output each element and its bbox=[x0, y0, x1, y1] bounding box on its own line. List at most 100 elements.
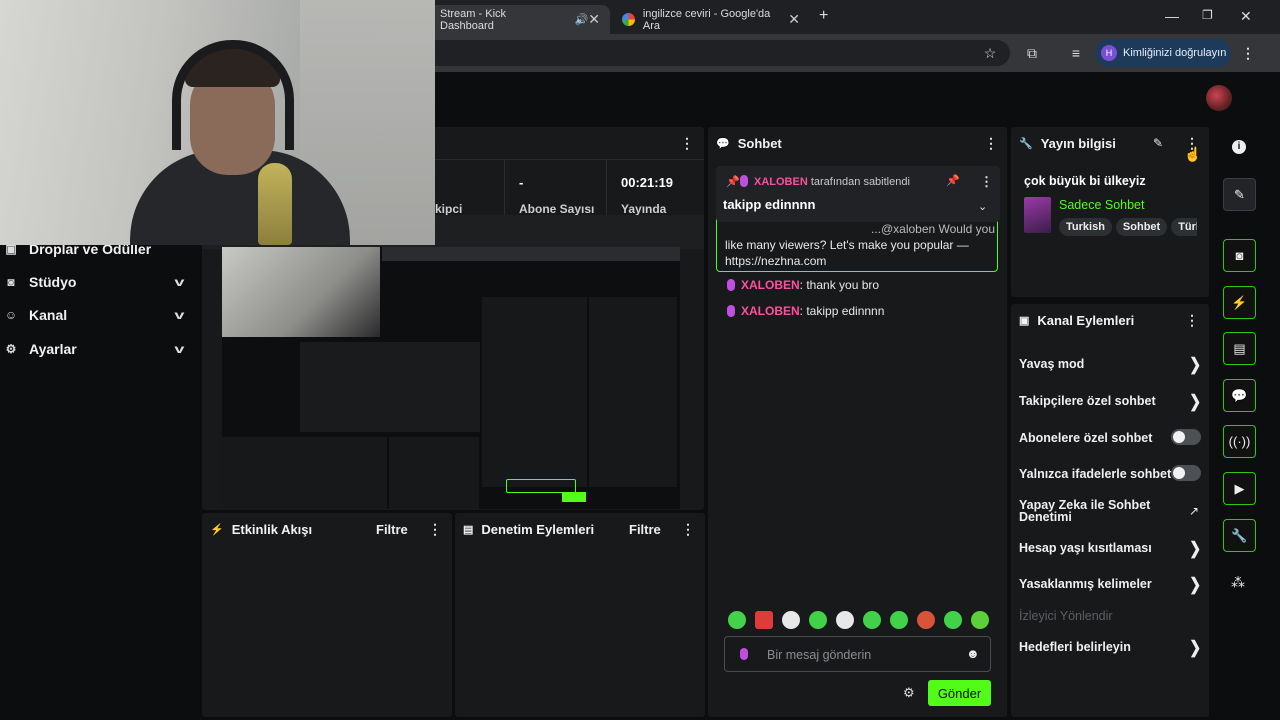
category-link[interactable]: Sadece Sohbet bbox=[1059, 198, 1145, 212]
emote-icon[interactable] bbox=[863, 611, 881, 629]
emote-icon[interactable] bbox=[782, 611, 800, 629]
chat-input[interactable]: Bir mesaj gönderin ☻ bbox=[724, 636, 991, 672]
subscriber-label: Abone Sayısı bbox=[519, 202, 595, 216]
emote-icon[interactable] bbox=[755, 611, 773, 629]
chat-settings-gear-icon[interactable]: ⚙ bbox=[903, 685, 915, 701]
wrench-icon: 🔧 bbox=[1231, 528, 1248, 543]
tab-kick-dashboard[interactable]: Stream - Kick Dashboard 🔊 ✕ bbox=[430, 5, 610, 34]
highlighted-message[interactable]: ...@xaloben Would you like many viewers?… bbox=[716, 214, 998, 272]
subscribers-only-toggle[interactable] bbox=[1171, 429, 1201, 445]
slow-mode-item[interactable]: Yavaş mod ❯ bbox=[1019, 354, 1201, 374]
emote-icon[interactable] bbox=[971, 611, 989, 629]
emote-icon[interactable] bbox=[728, 611, 746, 629]
restore-icon[interactable]: ❐ bbox=[1202, 8, 1213, 22]
more-options-icon[interactable]: ⋮ bbox=[1185, 312, 1199, 329]
chat-username[interactable]: XALOBEN bbox=[741, 278, 800, 292]
rail-chat-button[interactable]: 💬 bbox=[1223, 379, 1256, 412]
bookmark-star-icon[interactable]: ☆ bbox=[980, 43, 1000, 63]
tag: Türk bbox=[1171, 218, 1197, 236]
user-avatar[interactable] bbox=[1206, 85, 1232, 111]
nested-webcam bbox=[222, 247, 380, 337]
moderation-filter-button[interactable]: Filtre bbox=[629, 522, 661, 537]
rail-moderation-button[interactable]: ▤ bbox=[1223, 332, 1256, 365]
rail-activity-button[interactable]: ⚡ bbox=[1223, 286, 1256, 319]
close-window-icon[interactable]: ✕ bbox=[1240, 8, 1252, 25]
followers-only-item[interactable]: Takipçilere özel sohbet ❯ bbox=[1019, 391, 1201, 411]
emote-icon[interactable] bbox=[836, 611, 854, 629]
emote-icon[interactable] bbox=[917, 611, 935, 629]
apps-icon[interactable]: ⁂ bbox=[1231, 574, 1245, 591]
mic-badge-icon bbox=[740, 648, 748, 660]
sidebar-item-settings[interactable]: ⚙ Ayarlar v bbox=[0, 334, 195, 364]
activity-feed-title: ⚡ Etkinlik Akışı bbox=[210, 522, 313, 537]
ai-moderation-item[interactable]: Yapay Zeka ile Sohbet Denetimi bbox=[1019, 499, 1169, 524]
profile-button[interactable]: H Kimliğinizi doğrulayın bbox=[1095, 39, 1231, 67]
pinned-by-user[interactable]: XALOBEN bbox=[754, 176, 808, 188]
moderation-actions-title: ▤ Denetim Eylemleri bbox=[463, 522, 595, 537]
close-tab-icon[interactable]: ✕ bbox=[588, 11, 600, 28]
chat-message[interactable]: XALOBEN: thank you bro bbox=[727, 278, 879, 292]
pin-icon: 📌 bbox=[726, 176, 740, 188]
edit-pencil-icon[interactable]: ✎ bbox=[1153, 136, 1163, 150]
message-link[interactable]: https://nezhna.com bbox=[725, 253, 995, 269]
headphones bbox=[172, 40, 294, 150]
tag: Sohbet bbox=[1115, 218, 1168, 236]
sidebar-item-channel[interactable]: ☺ Kanal v bbox=[0, 300, 195, 330]
rail-tools-button[interactable]: 🔧 bbox=[1223, 519, 1256, 552]
chevron-down-icon: v bbox=[174, 275, 185, 289]
edit-layout-button[interactable]: ✎ bbox=[1223, 178, 1256, 211]
close-tab-icon[interactable]: ✕ bbox=[788, 11, 800, 28]
audio-icon[interactable]: 🔊 bbox=[575, 13, 589, 26]
chevron-right-icon: ❯ bbox=[1189, 637, 1201, 657]
webcam-overlay bbox=[0, 0, 435, 245]
media-control-icon[interactable]: ≡ bbox=[1066, 43, 1086, 63]
pinned-message[interactable]: 📌 XALOBEN tarafından sabitlendi 📌 ⋮ taki… bbox=[716, 166, 1000, 222]
more-options-icon[interactable]: ⋮ bbox=[681, 521, 695, 538]
set-goals-item[interactable]: Hedefleri belirleyin ❯ bbox=[1019, 637, 1201, 657]
more-options-icon[interactable]: ⋮ bbox=[428, 521, 442, 538]
extensions-icon[interactable]: ⧉ bbox=[1022, 43, 1042, 63]
activity-filter-button[interactable]: Filtre bbox=[376, 522, 408, 537]
tab-title: Stream - Kick Dashboard bbox=[440, 7, 507, 32]
mic-badge-icon bbox=[740, 175, 748, 187]
banned-words-item[interactable]: Yasaklanmış kelimeler ❯ bbox=[1019, 574, 1201, 593]
video-icon: ▶ bbox=[1234, 481, 1245, 496]
more-options-icon[interactable]: ⋮ bbox=[680, 135, 694, 152]
unpin-icon[interactable]: 📌 bbox=[946, 174, 960, 187]
emotes-only-toggle[interactable] bbox=[1171, 465, 1201, 481]
rail-screenshot-button[interactable]: ◙ bbox=[1223, 239, 1256, 272]
tab-title: ingilizce ceviri - Google'da Ara bbox=[642, 7, 771, 32]
rail-video-button[interactable]: ▶ bbox=[1223, 472, 1256, 505]
new-tab-button[interactable]: + bbox=[819, 7, 828, 25]
more-options-icon[interactable]: ⋮ bbox=[984, 135, 998, 152]
sidebar-item-studio[interactable]: ◙ Stüdyo v bbox=[0, 267, 195, 297]
rail-broadcast-button[interactable]: ((·)) bbox=[1223, 425, 1256, 458]
chat-bubble-icon: 💬 bbox=[1231, 388, 1248, 403]
stream-video[interactable] bbox=[222, 247, 680, 509]
chat-message[interactable]: XALOBEN: takipp edinnnn bbox=[727, 304, 884, 318]
emote-icon[interactable] bbox=[890, 611, 908, 629]
account-age-item[interactable]: Hesap yaşı kısıtlaması ❯ bbox=[1019, 538, 1201, 557]
chat-title: 💬 Sohbet bbox=[716, 136, 782, 151]
chevron-right-icon: ❯ bbox=[1189, 391, 1201, 411]
address-bar[interactable] bbox=[390, 40, 1010, 66]
mic-badge-icon bbox=[727, 279, 735, 291]
chevron-right-icon: ❯ bbox=[1189, 354, 1201, 374]
info-icon[interactable]: i bbox=[1232, 140, 1246, 154]
emote-icon[interactable] bbox=[944, 611, 962, 629]
channel-icon: ▣ bbox=[1019, 315, 1030, 327]
chat-username[interactable]: XALOBEN bbox=[741, 304, 800, 318]
broadcast-icon: ((·)) bbox=[1228, 434, 1251, 449]
browser-menu-icon[interactable]: ⋮ bbox=[1238, 43, 1258, 63]
chevron-down-icon[interactable]: ⌄ bbox=[978, 200, 987, 213]
profile-label: Kimliğinizi doğrulayın bbox=[1123, 47, 1227, 59]
more-options-icon[interactable]: ⋮ bbox=[980, 174, 993, 190]
minimize-icon[interactable]: — bbox=[1165, 8, 1179, 24]
external-link-icon[interactable]: ↗ bbox=[1189, 504, 1199, 518]
tab-google-search[interactable]: ingilizce ceviri - Google'da Ara ✕ bbox=[612, 5, 810, 34]
send-button[interactable]: Gönder bbox=[928, 680, 991, 706]
emote-icon[interactable] bbox=[809, 611, 827, 629]
activity-feed-panel: ⚡ Etkinlik Akışı Filtre ⋮ bbox=[202, 513, 452, 717]
sidebar-item-label: Ayarlar bbox=[29, 341, 77, 357]
emoji-icon[interactable]: ☻ bbox=[966, 646, 980, 661]
